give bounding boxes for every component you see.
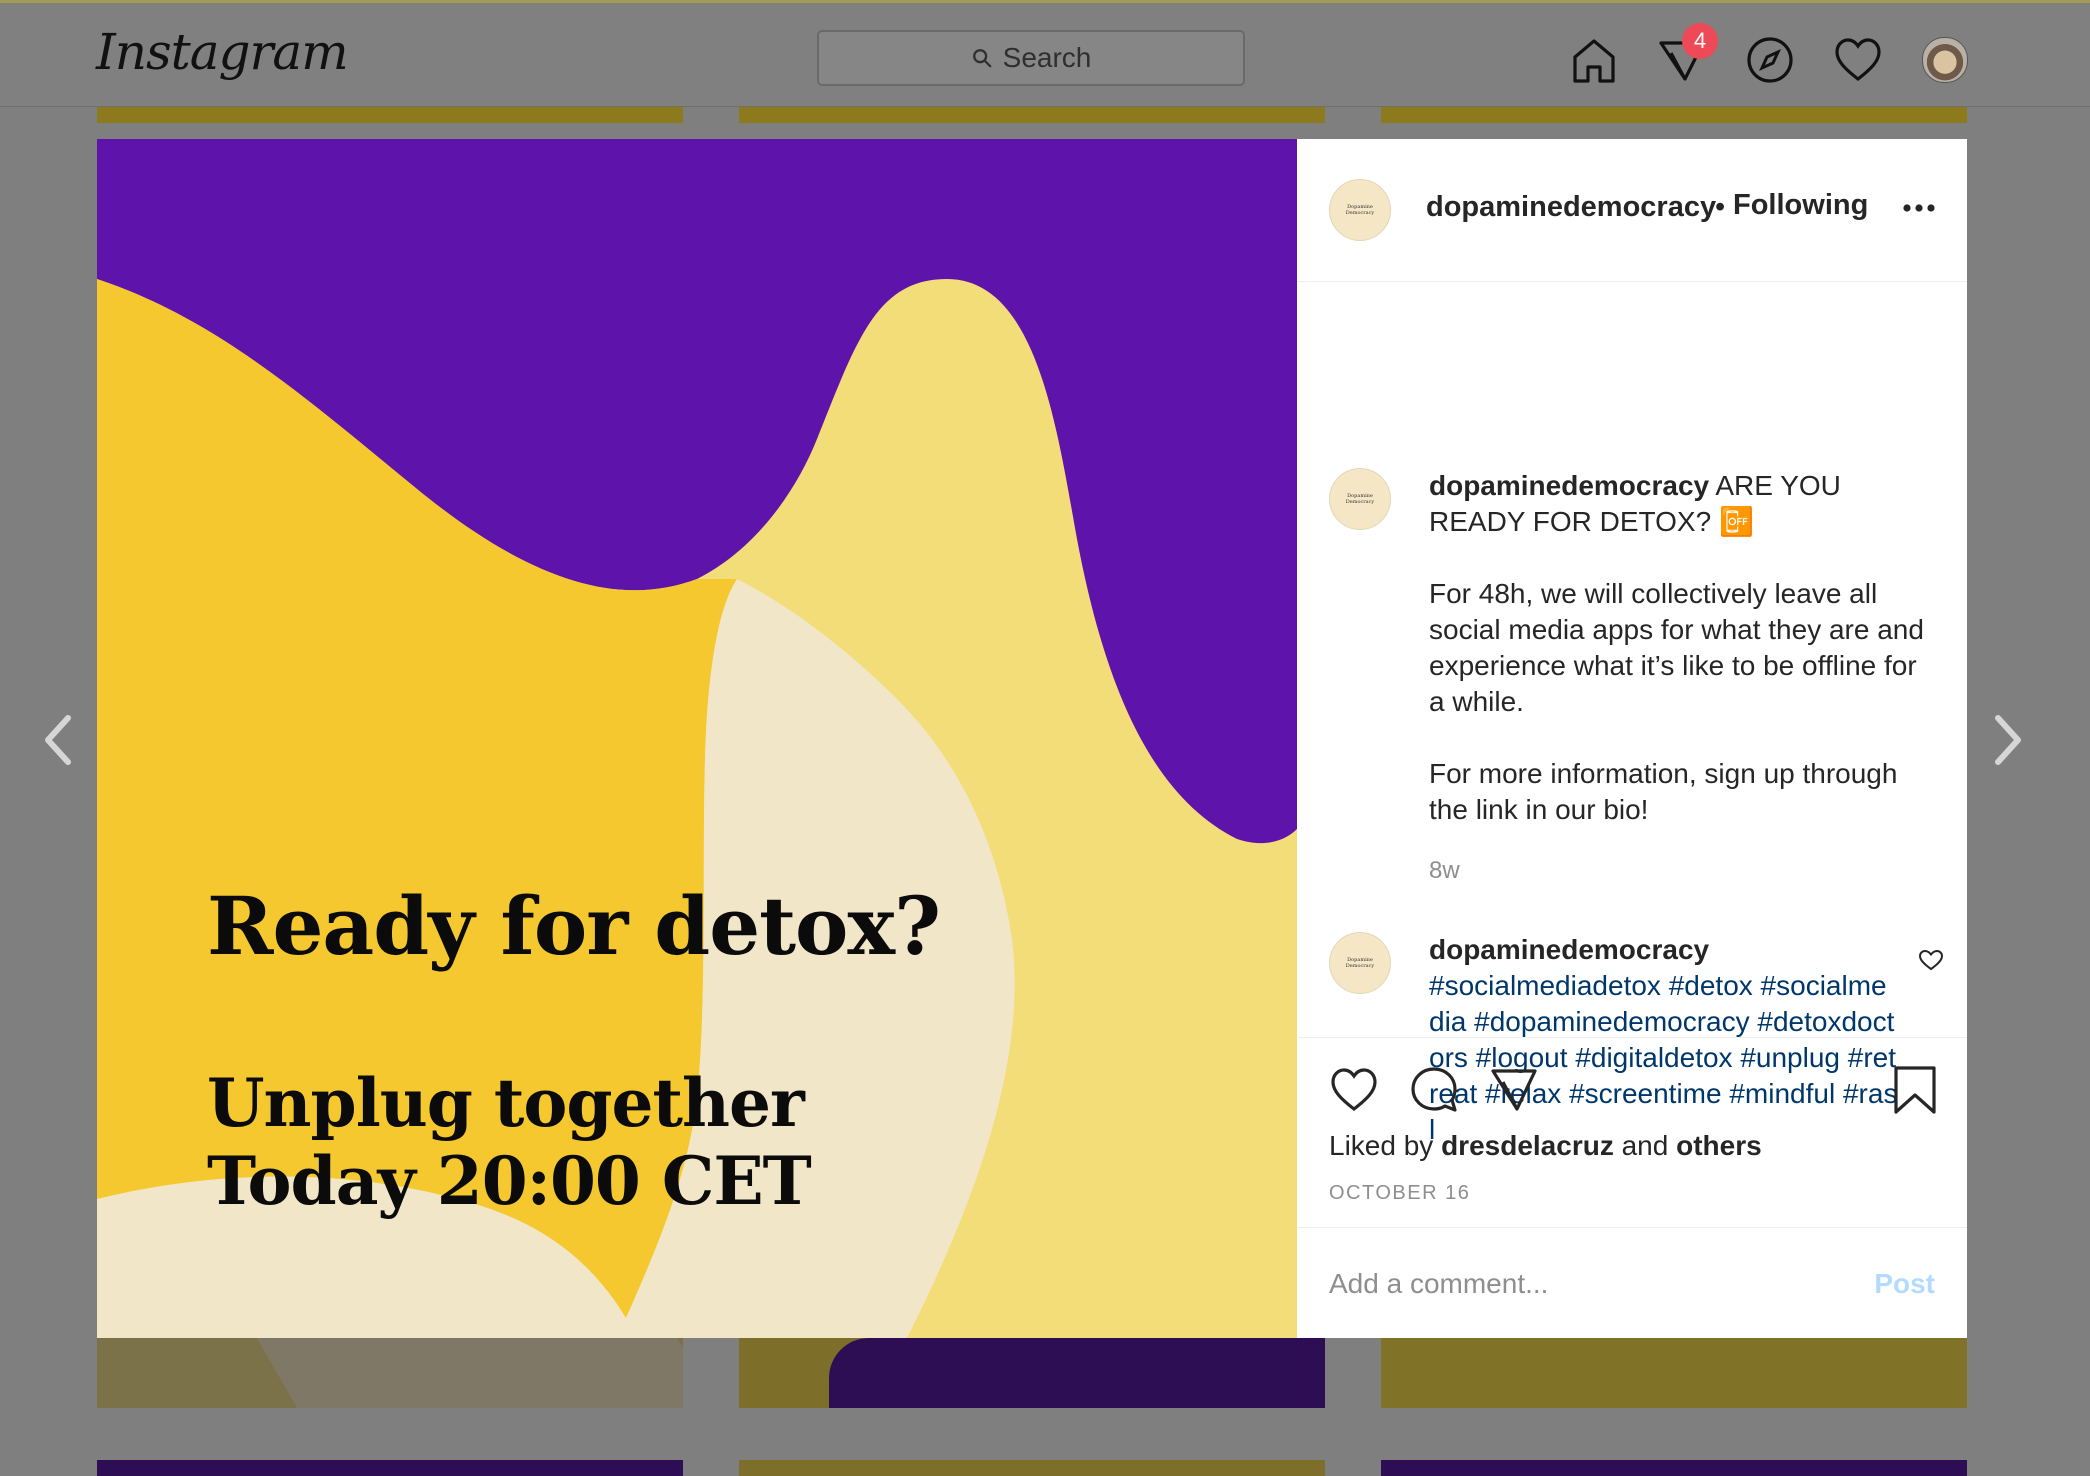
post-date[interactable]: OCTOBER 16	[1329, 1182, 1470, 1205]
comment-icon[interactable]	[1409, 1065, 1459, 1115]
image-subline-1: Unplug together	[207, 1064, 805, 1142]
like-icon[interactable]	[1329, 1065, 1379, 1115]
comment-hashtags[interactable]: #socialmediadetox #detox #socialmedia #d…	[1429, 970, 1897, 1145]
grid-thumbnail[interactable]	[97, 1460, 683, 1476]
grid-thumbnail[interactable]	[739, 1338, 1325, 1408]
likes-others-link[interactable]: others	[1676, 1130, 1762, 1161]
notification-badge: 4	[1682, 23, 1718, 59]
avatar-text-line2: Democracy	[1345, 499, 1375, 505]
explore-icon[interactable]	[1745, 35, 1795, 85]
caption-timestamp[interactable]: 8w	[1429, 857, 1460, 885]
liked-by-user[interactable]: dresdelacruz	[1441, 1130, 1614, 1161]
separator-dot: •	[1715, 191, 1726, 223]
grid-thumbnail[interactable]	[739, 1460, 1325, 1476]
likes-conjunction: and	[1621, 1130, 1669, 1161]
grid-thumbnail[interactable]	[1381, 107, 1967, 123]
post-image[interactable]: Ready for detox? Unplug together Today 2…	[97, 139, 1297, 1338]
post-header: Dopamine Democracy dopaminedemocracy • F…	[1298, 139, 1967, 282]
caption-avatar[interactable]: Dopamine Democracy	[1329, 468, 1391, 530]
image-subline-2: Today 20:00 CET	[207, 1142, 812, 1220]
actions-divider	[1298, 1037, 1967, 1038]
chevron-left-icon[interactable]	[38, 712, 78, 768]
add-comment-bar: Add a comment... Post	[1298, 1227, 1967, 1339]
likes-prefix: Liked by	[1329, 1130, 1434, 1161]
comment-avatar[interactable]: Dopamine Democracy	[1329, 932, 1391, 994]
home-icon[interactable]	[1569, 35, 1619, 85]
avatar-text-line2: Democracy	[1345, 963, 1375, 969]
avatar-text-line2: Democracy	[1345, 210, 1375, 216]
caption-paragraph-1: For 48h, we will collectively leave all …	[1429, 578, 1924, 717]
bookmark-icon[interactable]	[1890, 1065, 1940, 1115]
more-options-icon[interactable]	[1902, 203, 1936, 213]
author-username[interactable]: dopaminedemocracy	[1426, 191, 1716, 224]
caption-username[interactable]: dopaminedemocracy	[1429, 470, 1709, 501]
share-icon[interactable]	[1489, 1065, 1539, 1115]
grid-thumbnail[interactable]	[97, 1338, 683, 1408]
comment-text: dopaminedemocracy #socialmediadetox #det…	[1429, 932, 1899, 1148]
top-navigation-bar: Instagram Search 4	[0, 0, 2090, 107]
caption-paragraph-2: For more information, sign up through th…	[1429, 758, 1898, 825]
grid-thumbnail[interactable]	[739, 107, 1325, 123]
activity-heart-icon[interactable]	[1833, 35, 1883, 85]
search-placeholder: Search	[1002, 42, 1092, 73]
chevron-right-icon[interactable]	[1988, 712, 2028, 768]
search-input[interactable]: Search	[817, 30, 1245, 86]
grid-thumbnail[interactable]	[1381, 1338, 1967, 1408]
comments-list[interactable]: Dopamine Democracy dopaminedemocracy ARE…	[1298, 282, 1967, 1177]
caption-text: dopaminedemocracy ARE YOU READY FOR DETO…	[1429, 468, 1939, 540]
following-button[interactable]: Following	[1733, 189, 1868, 222]
search-icon	[972, 49, 992, 68]
caption-emoji: 📴	[1718, 506, 1754, 537]
comment-like-icon[interactable]	[1918, 948, 1944, 972]
profile-avatar[interactable]	[1922, 37, 1968, 83]
post-comment-button[interactable]: Post	[1874, 1268, 1935, 1300]
post-sidebar: Dopamine Democracy dopaminedemocracy • F…	[1298, 139, 1967, 1338]
image-headline: Ready for detox?	[207, 879, 941, 973]
add-comment-input[interactable]: Add a comment...	[1329, 1268, 1548, 1300]
grid-thumbnail[interactable]	[1381, 1460, 1967, 1476]
post-modal: Ready for detox? Unplug together Today 2…	[97, 139, 1967, 1338]
likes-summary: Liked by dresdelacruz and others	[1329, 1130, 1762, 1162]
instagram-logo[interactable]: Instagram	[96, 23, 349, 81]
comment-username[interactable]: dopaminedemocracy	[1429, 932, 1899, 968]
author-avatar[interactable]: Dopamine Democracy	[1329, 179, 1391, 241]
grid-thumbnail[interactable]	[97, 107, 683, 123]
